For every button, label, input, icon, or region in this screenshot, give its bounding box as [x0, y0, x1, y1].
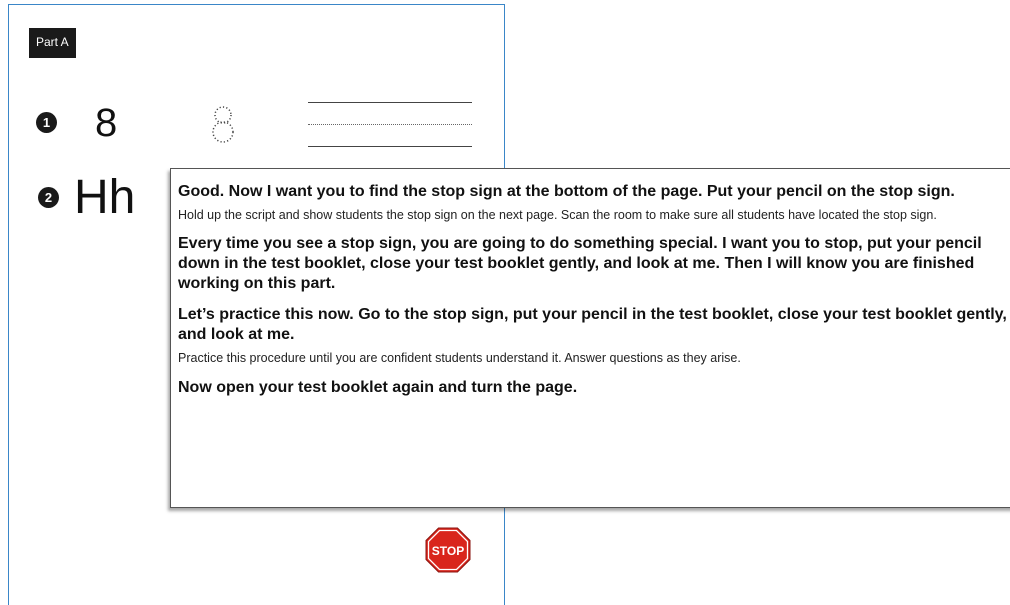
- item-number-1: 1: [36, 112, 57, 133]
- stop-sign-icon: STOP: [425, 527, 471, 573]
- writing-line-middle: [308, 124, 472, 125]
- item-2-glyph: Hh: [74, 171, 136, 224]
- script-say-paragraph: Now open your test booklet again and tur…: [178, 379, 578, 396]
- part-label: Part A: [29, 28, 76, 58]
- item-1-glyph: 8: [95, 101, 118, 145]
- screenshot-canvas: Part A 1 8 2 Hh STOP Good. Now I want yo…: [0, 0, 1010, 605]
- stop-sign-text: STOP: [432, 544, 464, 558]
- script-say-paragraph: Let’s practice this now. Go to the stop …: [178, 306, 1007, 343]
- administration-script-box: Good. Now I want you to find the stop si…: [170, 168, 1010, 508]
- script-direction-paragraph: Practice this procedure until you are co…: [178, 351, 741, 365]
- writing-line-top: [308, 102, 472, 103]
- writing-lines: [308, 100, 472, 148]
- script-direction-paragraph: Hold up the script and show students the…: [178, 208, 937, 222]
- script-say-paragraph: Every time you see a stop sign, you are …: [178, 235, 982, 292]
- item-number-2: 2: [38, 187, 59, 208]
- script-say-paragraph: Good. Now I want you to find the stop si…: [178, 183, 955, 200]
- traced-digit-icon: [212, 106, 234, 143]
- writing-line-bottom: [308, 146, 472, 147]
